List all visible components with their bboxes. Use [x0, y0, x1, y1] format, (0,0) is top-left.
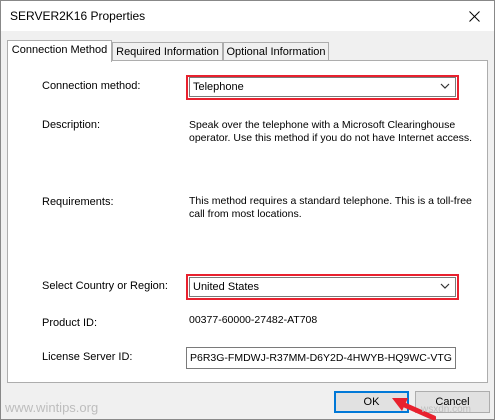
- license-server-id-value: P6R3G-FMDWJ-R37MM-D6Y2D-4HWYB-HQ9WC-VTG: [190, 352, 452, 364]
- properties-dialog: SERVER2K16 Properties Connection Method …: [0, 0, 495, 420]
- highlight-box: [186, 75, 459, 100]
- product-id-label: Product ID:: [42, 317, 98, 329]
- close-icon: [468, 10, 480, 22]
- license-server-id-field[interactable]: P6R3G-FMDWJ-R37MM-D6Y2D-4HWYB-HQ9WC-VTG: [186, 347, 456, 369]
- country-label: Select Country or Region:: [42, 280, 168, 292]
- connection-method-label: Connection method:: [42, 80, 141, 92]
- close-button[interactable]: [459, 1, 489, 31]
- requirements-label: Requirements:: [42, 196, 114, 208]
- highlight-box: [186, 274, 459, 300]
- description-text: Speak over the telephone with a Microsof…: [189, 119, 473, 144]
- window-title: SERVER2K16 Properties: [10, 9, 146, 23]
- tab-panel: [7, 60, 488, 383]
- watermark-left: www.wintips.org: [5, 400, 99, 415]
- title-bar: SERVER2K16 Properties: [1, 1, 494, 31]
- tab-label: Optional Information: [226, 46, 326, 58]
- tab-optional-information[interactable]: Optional Information: [223, 42, 329, 60]
- requirements-text: This method requires a standard telephon…: [189, 195, 472, 220]
- description-label: Description:: [42, 119, 101, 131]
- tab-required-information[interactable]: Required Information: [112, 42, 223, 60]
- tab-connection-method[interactable]: Connection Method: [7, 40, 112, 62]
- ok-label: OK: [363, 396, 380, 408]
- product-id-value: 00377-60000-27482-AT708: [189, 314, 318, 326]
- tab-label: Connection Method: [11, 44, 108, 56]
- tab-label: Required Information: [116, 46, 219, 58]
- watermark-right: wsxdn.com: [421, 404, 472, 415]
- license-server-id-label: License Server ID:: [42, 351, 133, 363]
